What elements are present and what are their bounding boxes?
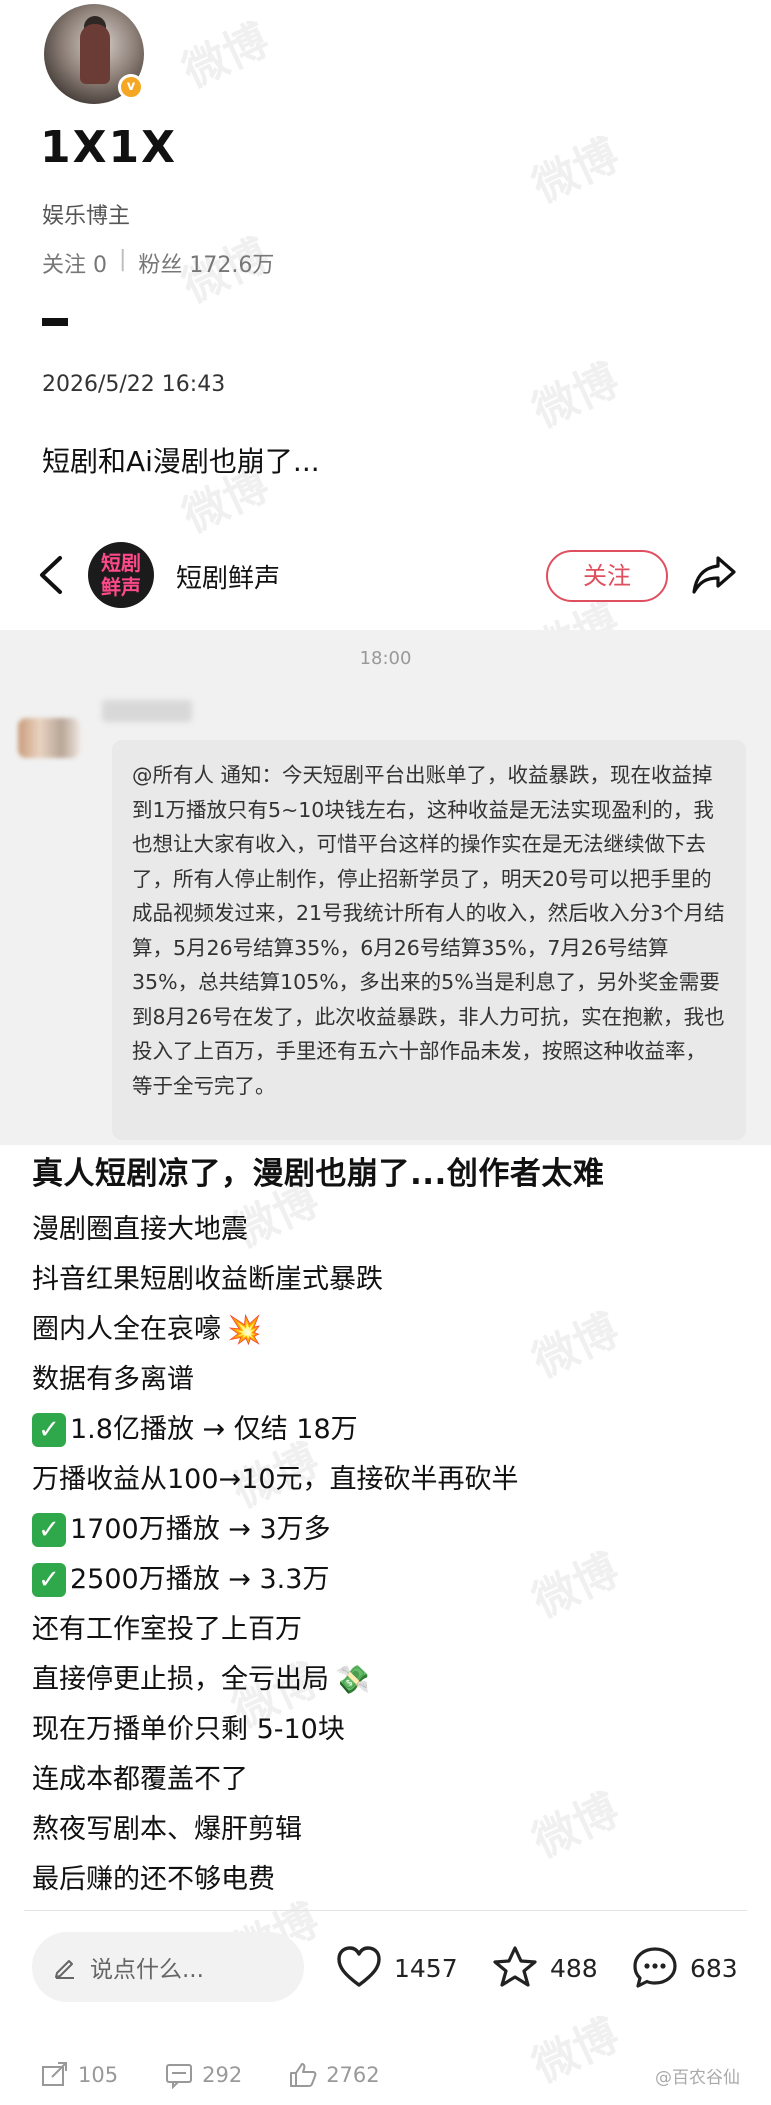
note-line-text: 熬夜写剧本、爆肝剪辑 — [32, 1814, 302, 1845]
stats-divider: | — [119, 247, 127, 272]
note-line-text: 漫剧圈直接大地震 — [32, 1214, 248, 1245]
chat-sender-avatar — [18, 718, 80, 758]
source-credit: @百农谷仙 — [655, 2067, 740, 2088]
note-line: 抖音红果短剧收益断崖式暴跌 — [32, 1255, 752, 1305]
like-count: 1457 — [394, 1953, 458, 1983]
embedded-screenshot: 短剧鲜声 短剧鲜声 关注 18:00 @所有人 通知：今天短剧平台出账单了，收益… — [0, 520, 771, 2105]
footer-comment-button[interactable]: 292 — [164, 2061, 242, 2089]
post-footer: 105 292 2762 @百农谷仙 — [40, 2055, 740, 2095]
star-icon — [493, 1946, 537, 1987]
note-line-text: 1.8亿播放 → 仅结 18万 — [70, 1414, 358, 1445]
back-arrow-icon[interactable] — [32, 550, 72, 600]
following-count[interactable]: 关注 0 — [42, 247, 107, 279]
note-line: 最后赚的还不够电费 — [32, 1855, 752, 1905]
note-line: 数据有多离谱 — [32, 1355, 752, 1405]
like-button[interactable]: 1457 — [334, 1938, 458, 1998]
check-mark-icon: ✓ — [32, 1563, 66, 1597]
note-line-text: 现在万播单价只剩 5-10块 — [32, 1714, 345, 1745]
account-name[interactable]: 短剧鲜声 — [176, 558, 280, 595]
dash-mark — [42, 318, 68, 326]
note-line-text: 最后赚的还不够电费 — [32, 1864, 275, 1895]
post-timestamp: 2026/5/22 16:43 — [42, 372, 226, 397]
share-icon[interactable] — [690, 550, 738, 598]
note-line: 现在万播单价只剩 5-10块 — [32, 1705, 752, 1755]
note-line-text: 直接停更止损，全亏出局 — [32, 1664, 329, 1695]
pencil-icon — [55, 1960, 74, 1979]
chat-message-bubble: @所有人 通知：今天短剧平台出账单了，收益暴跌，现在收益掉到1万播放只有5~10… — [112, 740, 746, 1140]
account-avatar[interactable]: 短剧鲜声 — [88, 542, 154, 608]
username[interactable]: 1X1X — [40, 122, 177, 173]
heart-icon — [337, 1946, 381, 1987]
follow-button[interactable]: 关注 — [546, 550, 668, 602]
thumbs-up-button[interactable]: 2762 — [288, 2061, 380, 2089]
note-line: 圈内人全在哀嚎 💥 — [32, 1305, 752, 1355]
thumbs-up-count: 2762 — [326, 2063, 380, 2087]
watermark: 微博 — [525, 129, 627, 213]
note-line: 熬夜写剧本、爆肝剪辑 — [32, 1805, 752, 1855]
thumbs-up-icon — [290, 2063, 317, 2087]
repost-icon — [42, 2062, 67, 2086]
comment-icon — [166, 2064, 193, 2089]
repost-count: 105 — [78, 2063, 119, 2087]
repost-button[interactable]: 105 — [40, 2061, 118, 2089]
user-role: 娱乐博主 — [42, 204, 131, 229]
profile-stats: 关注 0 | 粉丝 172.6万 — [42, 247, 274, 279]
note-line: ✓ 1700万播放 → 3万多 — [32, 1505, 752, 1555]
note-line-text: 还有工作室投了上百万 — [32, 1614, 302, 1645]
watermark: 微博 — [525, 354, 627, 438]
chat-sender-name — [102, 700, 192, 722]
divider — [24, 1910, 747, 1911]
collision-emoji-icon: 💥 — [227, 1313, 262, 1346]
note-line-text: 连成本都覆盖不了 — [32, 1764, 248, 1795]
comment-placeholder: 说点什么... — [90, 1957, 204, 1983]
note-line: 还有工作室投了上百万 — [32, 1605, 752, 1655]
screenshot-header: 短剧鲜声 短剧鲜声 关注 — [0, 520, 771, 630]
note-line-text: 1700万播放 → 3万多 — [70, 1514, 331, 1545]
note-line: 连成本都覆盖不了 — [32, 1755, 752, 1805]
note-line: ✓ 2500万播放 → 3.3万 — [32, 1555, 752, 1605]
verified-badge-icon: v — [118, 74, 144, 100]
comment-button[interactable]: 683 — [630, 1938, 738, 1998]
note-line: 漫剧圈直接大地震 — [32, 1205, 752, 1255]
note-line: ✓ 1.8亿播放 → 仅结 18万 — [32, 1405, 752, 1455]
favorite-count: 488 — [550, 1953, 598, 1983]
money-wings-emoji-icon: 💸 — [335, 1663, 370, 1696]
watermark: 微博 — [175, 14, 277, 98]
favorite-button[interactable]: 488 — [490, 1938, 598, 1998]
followers-count[interactable]: 粉丝 172.6万 — [138, 247, 274, 279]
note-line-text: 数据有多离谱 — [32, 1364, 194, 1395]
note-body: 漫剧圈直接大地震 抖音红果短剧收益断崖式暴跌 圈内人全在哀嚎 💥 数据有多离谱 ✓… — [32, 1205, 752, 1905]
chat-area: 18:00 @所有人 通知：今天短剧平台出账单了，收益暴跌，现在收益掉到1万播放… — [0, 630, 771, 1145]
note-line-text: 万播收益从100→10元，直接砍半再砍半 — [32, 1464, 519, 1495]
note-line: 直接停更止损，全亏出局 💸 — [32, 1655, 752, 1705]
check-mark-icon: ✓ — [32, 1513, 66, 1547]
post-text: 短剧和Ai漫剧也崩了... — [42, 445, 320, 478]
footer-comment-count: 292 — [202, 2063, 243, 2087]
comment-input[interactable]: 说点什么... — [32, 1932, 304, 2002]
note-title: 真人短剧凉了，漫剧也崩了...创作者太难 — [32, 1156, 605, 1192]
note-line-text: 2500万播放 → 3.3万 — [70, 1564, 330, 1595]
chat-time: 18:00 — [359, 648, 412, 669]
avatar-figure-body — [80, 24, 110, 84]
profile-avatar[interactable]: v — [44, 4, 144, 104]
comment-bubble-icon — [633, 1947, 677, 1988]
account-avatar-text: 短剧鲜声 — [101, 551, 141, 599]
note-line-text: 抖音红果短剧收益断崖式暴跌 — [32, 1264, 383, 1295]
note-line: 万播收益从100→10元，直接砍半再砍半 — [32, 1455, 752, 1505]
check-mark-icon: ✓ — [32, 1413, 66, 1447]
note-line-text: 圈内人全在哀嚎 — [32, 1314, 221, 1345]
comment-count: 683 — [690, 1953, 738, 1983]
